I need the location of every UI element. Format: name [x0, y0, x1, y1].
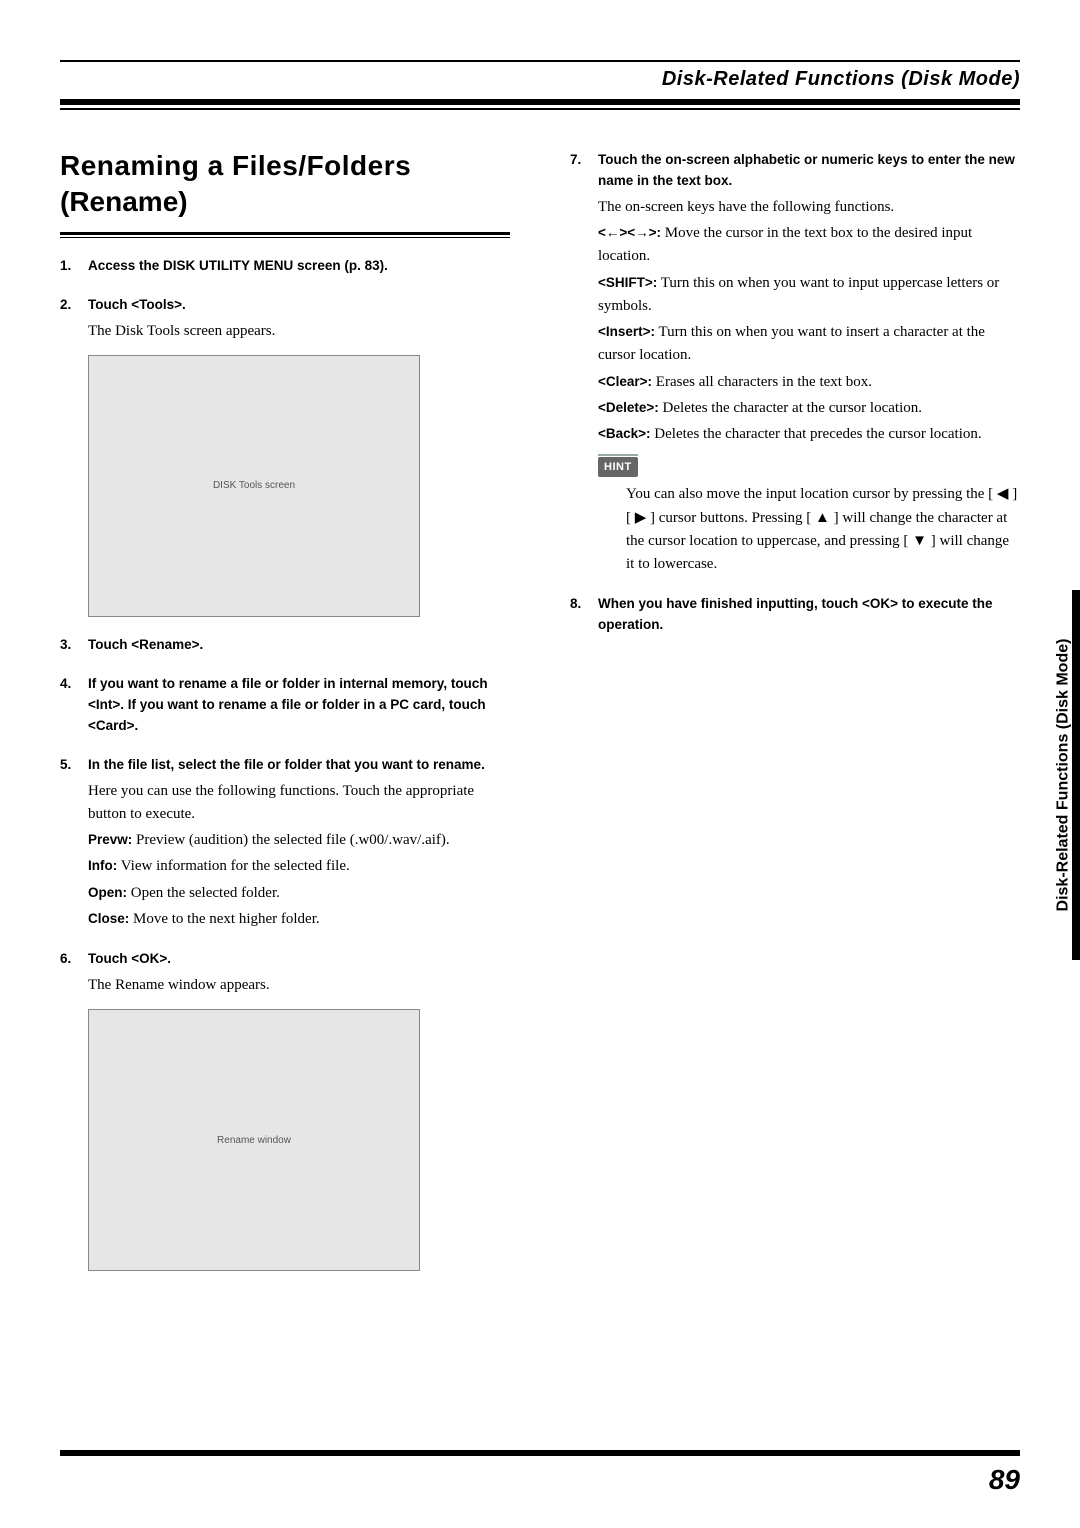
hint-body: You can also move the input location cur… — [626, 483, 1020, 576]
step-5-defn-open: Open: Open the selected folder. — [88, 882, 510, 905]
step-3-head: Touch <Rename>. — [88, 637, 203, 652]
step-3: Touch <Rename>. — [60, 635, 510, 656]
side-tab-bar — [1072, 590, 1080, 960]
step-5-defn-prevw: Prevw: Preview (audition) the selected f… — [88, 829, 510, 852]
step-7-defn-insert: <Insert>: Turn this on when you want to … — [598, 321, 1020, 368]
page-number: 89 — [989, 1464, 1020, 1496]
header-rule-thick — [60, 99, 1020, 110]
step-8: When you have finished inputting, touch … — [570, 594, 1020, 636]
step-5-head: In the file list, select the file or fol… — [88, 757, 485, 772]
step-1-head: Access the DISK UTILITY MENU screen (p. … — [88, 258, 388, 273]
step-7: Touch the on-screen alphabetic or numeri… — [570, 150, 1020, 576]
side-tab-text: Disk-Related Functions (Disk Mode) — [1054, 639, 1072, 912]
step-6-head: Touch <OK>. — [88, 951, 171, 966]
step-7-defn-delete: <Delete>: Deletes the character at the c… — [598, 397, 1020, 420]
step-4: If you want to rename a file or folder i… — [60, 674, 510, 737]
screenshot-rename: Rename window — [88, 1009, 420, 1271]
step-6-body-0: The Rename window appears. — [88, 974, 510, 997]
footer-rule — [60, 1450, 1020, 1456]
section-title-line2: (Rename) — [60, 186, 510, 218]
hint-label: HINT — [598, 457, 638, 477]
step-8-head: When you have finished inputting, touch … — [598, 596, 993, 632]
step-5-defn-close: Close: Move to the next higher folder. — [88, 908, 510, 931]
step-5-body-0: Here you can use the following functions… — [88, 780, 510, 827]
side-tab: Disk-Related Functions (Disk Mode) — [1046, 590, 1080, 960]
step-7-body-0: The on-screen keys have the following fu… — [598, 196, 1020, 219]
step-7-defn-arrows: <←><→>: Move the cursor in the text box … — [598, 222, 1020, 269]
header-title: Disk-Related Functions (Disk Mode) — [60, 68, 1020, 91]
step-4-head: If you want to rename a file or folder i… — [88, 676, 488, 733]
step-7-defn-shift: <SHIFT>: Turn this on when you want to i… — [598, 272, 1020, 319]
step-1: Access the DISK UTILITY MENU screen (p. … — [60, 256, 510, 277]
step-7-head: Touch the on-screen alphabetic or numeri… — [598, 152, 1015, 188]
step-5-defn-info: Info: View information for the selected … — [88, 855, 510, 878]
step-2-head: Touch <Tools>. — [88, 297, 186, 312]
step-5: In the file list, select the file or fol… — [60, 755, 510, 931]
step-2-body-0: The Disk Tools screen appears. — [88, 320, 510, 343]
screenshot-label: DISK Tools screen — [213, 478, 295, 494]
step-2: Touch <Tools>. The Disk Tools screen app… — [60, 295, 510, 617]
section-title-line1: Renaming a Files/Folders — [60, 150, 510, 182]
header-rule-top — [60, 60, 1020, 62]
screenshot-disk-tools: DISK Tools screen — [88, 355, 420, 617]
step-7-defn-back: <Back>: Deletes the character that prece… — [598, 423, 1020, 446]
step-7-defn-clear: <Clear>: Erases all characters in the te… — [598, 371, 1020, 394]
step-6: Touch <OK>. The Rename window appears. R… — [60, 949, 510, 1271]
screenshot-label-2: Rename window — [217, 1133, 291, 1149]
section-rule — [60, 232, 510, 238]
